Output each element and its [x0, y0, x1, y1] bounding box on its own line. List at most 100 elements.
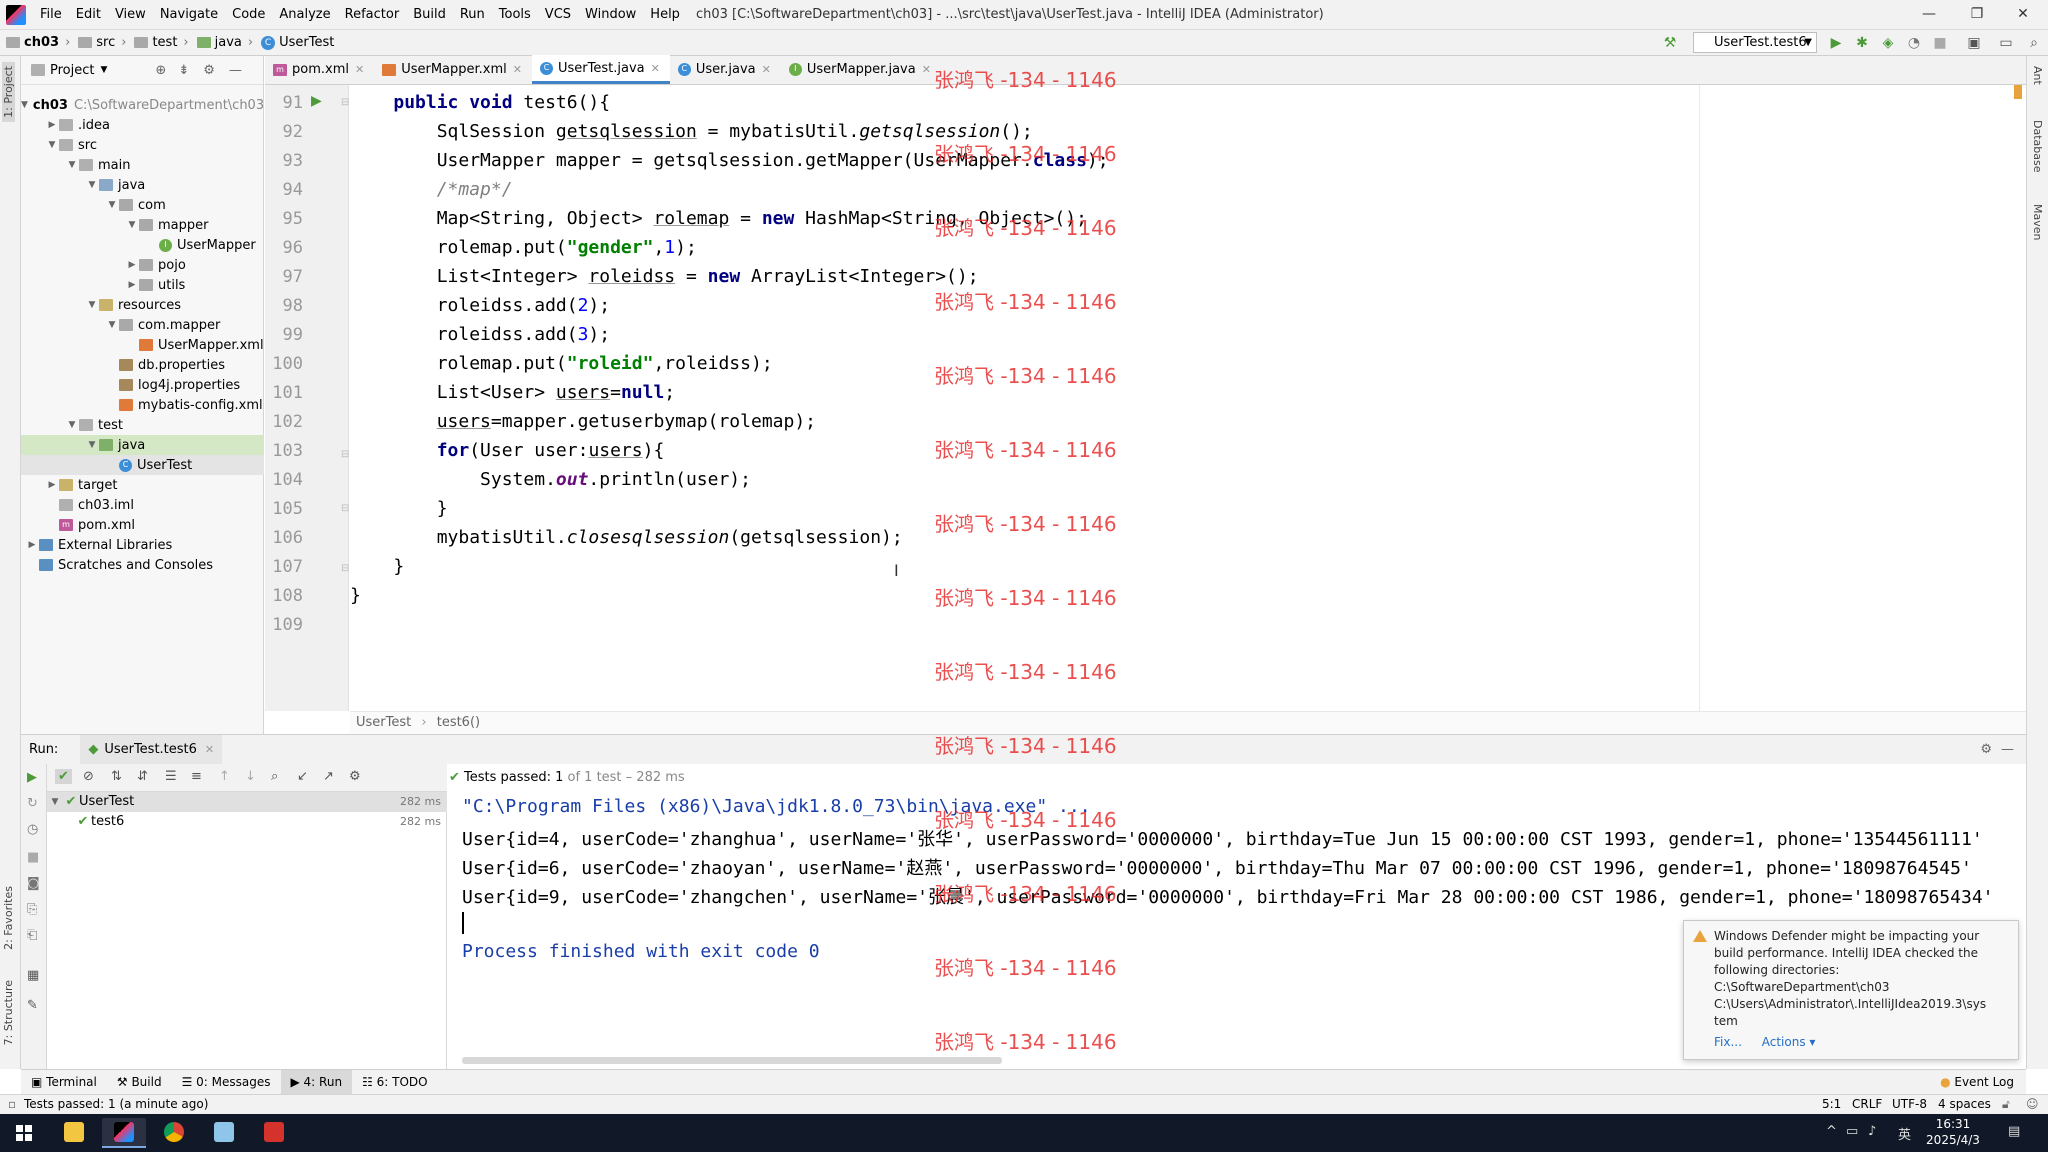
editor-tab[interactable]: m pom.xml ✕ — [265, 55, 374, 84]
run-icon[interactable]: ▶ — [1828, 35, 1844, 51]
line-number[interactable]: 95 — [265, 209, 303, 229]
taskbar-wps[interactable] — [252, 1118, 296, 1148]
line-number[interactable]: 109 — [265, 615, 303, 635]
tree-item[interactable]: db.properties — [21, 355, 264, 375]
close-tab-icon[interactable]: ✕ — [513, 63, 522, 76]
network-icon[interactable]: ▭ — [1846, 1124, 1858, 1139]
taskbar-notepad[interactable] — [202, 1118, 246, 1148]
project-view-select[interactable]: Project — [50, 63, 94, 78]
stripe-structure[interactable]: 7: Structure — [2, 980, 15, 1045]
locate-icon[interactable]: ⊕ — [155, 63, 166, 78]
line-number[interactable]: 104 — [265, 470, 303, 490]
search-icon[interactable]: ⌕ — [2026, 35, 2042, 51]
tree-item[interactable]: mybatis-config.xml — [21, 395, 264, 415]
chevron-down-icon[interactable]: ▼ — [105, 200, 119, 210]
menu-build[interactable]: Build — [407, 0, 454, 29]
project-structure-icon[interactable]: ▣ — [1966, 35, 1982, 51]
file-encoding[interactable]: UTF-8 — [1892, 1095, 1927, 1114]
breadcrumb-usertest[interactable]: C UserTest — [261, 35, 334, 50]
line-number[interactable]: 101 — [265, 383, 303, 403]
run-tab[interactable]: ◆ UserTest.test6 ✕ — [80, 734, 223, 765]
fold-icon[interactable]: ⊟ — [341, 503, 349, 514]
status-message[interactable]: Tests passed: 1 (a minute ago) — [24, 1097, 208, 1111]
import-icon[interactable]: ⎗ — [27, 928, 37, 943]
expand-all-icon[interactable]: ☰ — [165, 769, 177, 784]
history-icon[interactable]: ⌕ — [271, 769, 278, 784]
taskbar-chrome[interactable] — [152, 1118, 196, 1148]
collapse-all-icon[interactable]: ≡ — [191, 769, 202, 784]
chevron-down-icon[interactable]: ▼ — [125, 220, 139, 230]
warning-marker-icon[interactable] — [2014, 85, 2022, 99]
stripe-favorites[interactable]: 2: Favorites — [2, 886, 15, 950]
chevron-down-icon[interactable]: ▼ — [21, 100, 28, 110]
tree-item[interactable]: ▼ com — [21, 195, 264, 215]
stripe-ant[interactable]: Ant — [2031, 66, 2044, 85]
tree-item[interactable]: ▼ test — [21, 415, 264, 435]
stop-icon[interactable]: ■ — [1932, 35, 1948, 51]
menu-tools[interactable]: Tools — [493, 0, 539, 29]
tree-item[interactable]: UserMapper.xml — [21, 335, 264, 355]
tree-item[interactable]: ▼ src — [21, 135, 264, 155]
taskbar-intellij[interactable] — [102, 1118, 146, 1148]
tree-item[interactable]: ▶ .idea — [21, 115, 264, 135]
tree-item[interactable]: ▶ utils — [21, 275, 264, 295]
stripe-project[interactable]: 1: Project — [2, 62, 15, 122]
restore-icon[interactable]: ❐ — [1954, 0, 2000, 29]
fold-icon[interactable]: ⊟ — [341, 563, 349, 574]
tree-item[interactable]: ▼ mapper — [21, 215, 264, 235]
tool-tab-build[interactable]: ⚒ Build — [107, 1070, 172, 1095]
menu-vcs[interactable]: VCS — [539, 0, 579, 29]
taskbar-clock[interactable]: 16:31 2025/4/3 — [1908, 1116, 1998, 1148]
chevron-right-icon[interactable]: ▶ — [45, 120, 59, 130]
caret-position[interactable]: 5:1 — [1822, 1095, 1841, 1114]
tree-item[interactable]: ▼ resources — [21, 295, 264, 315]
menu-code[interactable]: Code — [226, 0, 273, 29]
tree-item[interactable]: ▼ main — [21, 155, 264, 175]
chevron-down-icon[interactable]: ▼ — [105, 320, 119, 330]
code-editor[interactable]: public void test6(){ SqlSession getsqlse… — [350, 85, 2026, 711]
pin-icon[interactable]: ✎ — [27, 998, 38, 1013]
line-number[interactable]: 106 — [265, 528, 303, 548]
tree-item[interactable]: ▶ External Libraries — [21, 535, 264, 555]
indent-setting[interactable]: 4 spaces — [1938, 1095, 1991, 1114]
tree-item[interactable]: ▶ pojo — [21, 255, 264, 275]
event-log-button[interactable]: ● Event Log — [1940, 1075, 2014, 1089]
editor-tab[interactable]: C UserTest.java ✕ — [532, 55, 670, 84]
camera-icon[interactable]: ◙ — [27, 876, 40, 891]
show-ignored-icon[interactable]: ⊘ — [83, 769, 94, 784]
line-number[interactable]: 92 — [265, 122, 303, 142]
run-configuration-select[interactable]: UserTest.test6 ▼ — [1693, 32, 1817, 53]
chevron-down-icon[interactable]: ▼ — [65, 160, 79, 170]
line-number[interactable]: 98 — [265, 296, 303, 316]
line-number[interactable]: 107 — [265, 557, 303, 577]
line-number[interactable]: 96 — [265, 238, 303, 258]
tree-item[interactable]: ▼ java — [21, 435, 264, 455]
lock-icon[interactable]: 🔓︎ — [2002, 1095, 2010, 1114]
line-number[interactable]: 93 — [265, 151, 303, 171]
notification-center-icon[interactable]: ▤ — [2008, 1124, 2020, 1139]
line-number[interactable]: 100 — [265, 354, 303, 374]
line-separator[interactable]: CRLF — [1852, 1095, 1882, 1114]
line-number[interactable]: 97 — [265, 267, 303, 287]
editor-tab[interactable]: UserMapper.xml ✕ — [374, 55, 532, 84]
tree-item[interactable]: ▼ com.mapper — [21, 315, 264, 335]
editor-crumb-method[interactable]: test6() — [437, 715, 480, 730]
volume-icon[interactable]: ♪ — [1868, 1124, 1876, 1139]
layout-icon[interactable]: ▦ — [27, 968, 39, 983]
menu-run[interactable]: Run — [454, 0, 493, 29]
close-tab-icon[interactable]: ✕ — [651, 62, 660, 75]
gear-icon[interactable]: ⚙ — [1980, 742, 1992, 757]
menu-file[interactable]: File — [34, 0, 70, 29]
toggle-auto-test-icon[interactable]: ◷ — [27, 822, 38, 837]
horizontal-scrollbar[interactable] — [462, 1057, 1002, 1064]
close-tab-icon[interactable]: ✕ — [922, 63, 931, 76]
previous-test-icon[interactable]: ↑ — [219, 769, 230, 784]
minimize-icon[interactable]: — — [1906, 0, 1952, 29]
line-number[interactable]: 103 — [265, 441, 303, 461]
tree-item[interactable]: ▶ target — [21, 475, 264, 495]
tree-item[interactable]: m pom.xml — [21, 515, 264, 535]
breadcrumb-test[interactable]: test › — [134, 35, 190, 50]
line-number[interactable]: 91 — [265, 93, 303, 113]
start-button[interactable] — [2, 1118, 46, 1148]
close-icon[interactable]: ✕ — [2000, 0, 2046, 29]
